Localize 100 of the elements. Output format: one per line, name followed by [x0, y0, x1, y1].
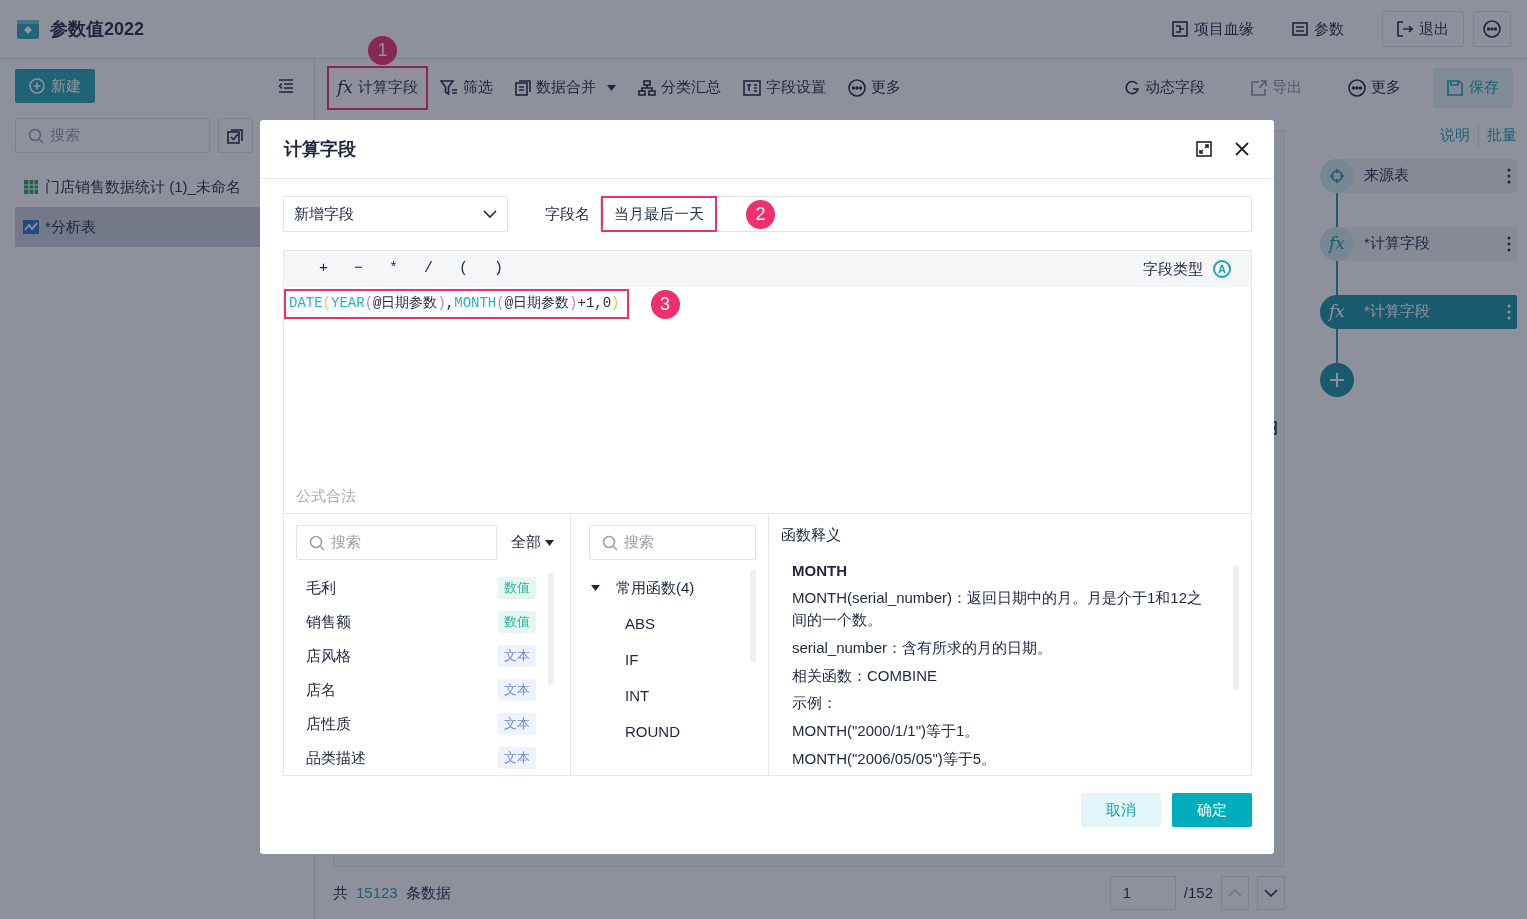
search-field[interactable]: 搜索 [296, 525, 497, 560]
function-name: MONTH [792, 560, 848, 581]
step-label: 来源表 [1363, 165, 1410, 186]
maximize-button[interactable] [1196, 141, 1212, 157]
operator-button[interactable]: / [411, 257, 446, 281]
function-item[interactable]: ABS [625, 612, 655, 636]
type-tag: 数值 [498, 577, 536, 599]
collapse-icon [278, 79, 294, 93]
function-item[interactable]: IF [625, 648, 639, 672]
name-field[interactable]: 当月最后一天 2 [600, 196, 1252, 232]
tree-group[interactable]: 常用函数(4) [589, 570, 750, 606]
field-item[interactable]: 店性质 文本 [296, 707, 548, 741]
search-icon [309, 534, 325, 551]
page-input[interactable]: 1 [1109, 876, 1176, 910]
field-item[interactable]: 店名 文本 [296, 673, 548, 707]
description-text: MONTH("2000/1/1")等于1。 [792, 721, 981, 741]
save-icon [1447, 79, 1463, 96]
callout-badge: 3 [650, 289, 680, 319]
kebab-icon [1507, 167, 1511, 184]
plus-icon [1329, 371, 1345, 388]
field-type-icon[interactable]: A [1213, 260, 1231, 278]
header-link[interactable]: 项目血缘 [1172, 17, 1254, 41]
chevron-down-icon [1264, 889, 1278, 897]
toolbar-button[interactable]: fx 计算字段 [327, 65, 428, 110]
step-item[interactable]: 来源表 [1320, 158, 1517, 193]
toolbar-button[interactable]: 更多 [1338, 65, 1411, 110]
formula-text[interactable]: DATE(YEAR(@日期参数),MONTH(@日期参数)+1,0) [284, 289, 629, 319]
toolbar-button[interactable]: 动态字段 [1114, 65, 1215, 110]
step-item[interactable]: fx *计算字段 [1320, 226, 1517, 261]
logo-icon [16, 17, 40, 41]
toolbar-button[interactable]: 筛选 [429, 65, 503, 110]
close-button[interactable] [1234, 141, 1250, 157]
exit-button[interactable]: 退出 [1382, 11, 1464, 47]
document-icon [514, 79, 531, 96]
filter-dropdown[interactable]: 全部 [511, 531, 554, 554]
toolbar-button[interactable]: 更多 [837, 65, 911, 110]
connector-line [1336, 328, 1338, 363]
search-input[interactable]: 搜索 [624, 531, 743, 554]
description-heading: 函数释义 [781, 525, 842, 545]
operator-button[interactable]: ( [446, 257, 481, 281]
header-link[interactable]: 参数 [1292, 17, 1344, 41]
count-label: 条数据 [405, 882, 451, 903]
connector-line [1336, 260, 1338, 295]
toolbar-button[interactable]: 数据合并 [504, 65, 626, 110]
operator-button[interactable]: * [376, 257, 411, 281]
dialog-title: 计算字段 [284, 137, 356, 161]
add-step-button[interactable] [1320, 362, 1354, 397]
field-item[interactable]: 销售额 数值 [296, 605, 548, 639]
cancel-button[interactable]: 取消 [1081, 793, 1161, 827]
more-icon [1483, 20, 1501, 38]
operator-button[interactable]: − [341, 257, 376, 281]
caret-down-icon [545, 539, 554, 546]
exit-icon [1397, 21, 1413, 37]
toolbar-button[interactable]: 字段设置 [732, 65, 836, 110]
more-icon [847, 78, 866, 97]
type-tag: 文本 [498, 679, 536, 701]
description-text: 相关函数：COMBINE [792, 665, 938, 686]
step-label: *计算字段 [1363, 233, 1431, 254]
function-item[interactable]: INT [625, 684, 650, 708]
count-label: 共 [333, 882, 348, 903]
export-icon [1251, 79, 1267, 96]
checkbox-icon [227, 127, 243, 144]
chart-icon [23, 219, 39, 235]
function-item[interactable]: ROUND [625, 720, 680, 744]
description-text: serial_number：含有所求的月的日期。 [792, 637, 1054, 658]
step-item[interactable]: fx *计算字段 [1320, 294, 1517, 329]
refresh-icon [1124, 79, 1140, 96]
row-count: 15123 [356, 882, 398, 903]
mode-select[interactable]: 新增字段 [283, 196, 508, 232]
field-item[interactable]: 店风格 文本 [296, 639, 548, 673]
app-title: 参数值2022 [50, 17, 145, 41]
step-label: *计算字段 [1363, 301, 1431, 322]
type-tag: 文本 [498, 713, 536, 735]
callout-badge: 1 [368, 35, 397, 65]
more-button[interactable] [1473, 11, 1511, 47]
select-button[interactable] [217, 118, 253, 153]
fx-icon: fx [1329, 298, 1345, 325]
caret-down-icon [606, 84, 616, 91]
connector-line [1336, 192, 1338, 227]
chevron-up-icon [1228, 889, 1242, 897]
description-text: MONTH("2006/05/05")等于5。 [792, 748, 998, 769]
field-settings-icon [742, 79, 761, 96]
description-text: 示例： [792, 693, 838, 714]
chevron-down-icon [483, 210, 497, 218]
lineage-icon [1172, 21, 1188, 37]
field-item[interactable]: 品类描述 文本 [296, 741, 548, 775]
sliders-icon [1292, 21, 1308, 37]
type-tag: 文本 [498, 747, 536, 769]
field-item[interactable]: 毛利 数值 [296, 571, 548, 605]
operator-button[interactable]: ) [481, 257, 516, 281]
type-tag: 文本 [498, 645, 536, 667]
page-down-button[interactable] [1257, 876, 1285, 910]
more-icon [1348, 78, 1366, 97]
toolbar-button[interactable]: 分类汇总 [627, 65, 731, 110]
crosshair-icon [1329, 167, 1345, 184]
search-input[interactable]: 搜索 [331, 531, 484, 554]
search-field[interactable]: 搜索 [589, 525, 756, 560]
caret-down-icon [591, 585, 600, 591]
operator-button[interactable]: + [306, 257, 341, 281]
ok-button[interactable]: 确定 [1172, 793, 1252, 827]
